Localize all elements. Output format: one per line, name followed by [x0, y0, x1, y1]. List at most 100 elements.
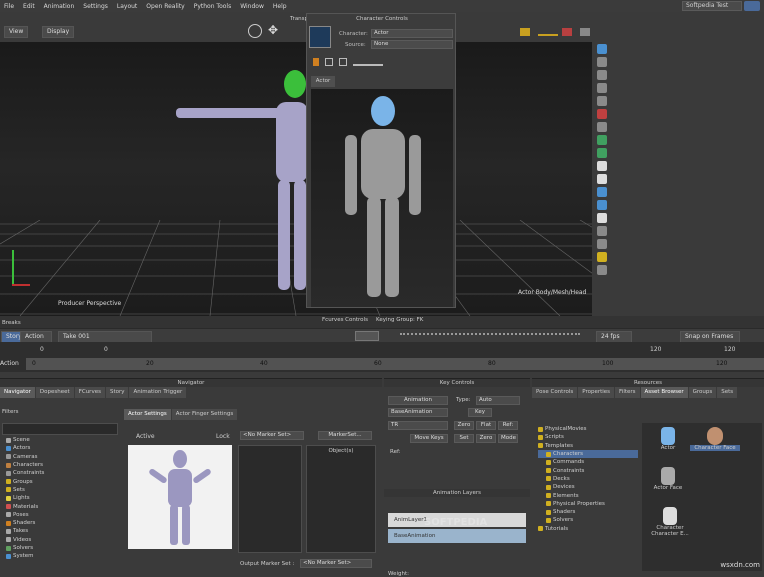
menu-file[interactable]: File — [4, 3, 14, 10]
tab-filters[interactable]: Filters — [615, 387, 640, 398]
menu-help[interactable]: Help — [273, 3, 287, 10]
lock-icon[interactable] — [597, 96, 607, 106]
actor-thumbnail[interactable] — [128, 445, 232, 549]
tree-item-constraints[interactable]: Constraints — [538, 466, 638, 474]
tree-item-videos[interactable]: Videos — [6, 536, 118, 544]
zero2-button[interactable]: Zero — [476, 434, 496, 443]
sphere-icon[interactable] — [597, 213, 607, 223]
navigator-search-input[interactable] — [2, 423, 118, 435]
source-dropdown[interactable]: None — [371, 40, 453, 49]
tab-dopesheet[interactable]: Dopesheet — [35, 387, 74, 398]
tab-fcurves[interactable]: FCurves — [74, 387, 105, 398]
asset-actor-face[interactable]: Actor Face — [648, 467, 688, 491]
light-icon[interactable] — [597, 226, 607, 236]
skeleton-icon[interactable] — [597, 135, 607, 145]
filters-label[interactable]: Filters — [2, 409, 19, 415]
asset-character-face[interactable]: Character Face — [690, 427, 740, 451]
base-animation-dropdown[interactable]: BaseAnimation — [388, 408, 448, 417]
cube-icon[interactable] — [597, 161, 607, 171]
tree-item-takes[interactable]: Takes — [6, 527, 118, 535]
select-icon[interactable] — [597, 44, 607, 54]
tree-item-physical-properties[interactable]: Physical Properties — [538, 500, 638, 508]
tree-item-lights[interactable]: Lights — [6, 494, 118, 502]
end-frame-2[interactable]: 120 — [724, 346, 735, 353]
tree-item-commands[interactable]: Commands — [538, 458, 638, 466]
output-marker-dropdown[interactable]: <No Marker Set> — [300, 559, 372, 568]
actor-preview[interactable] — [311, 89, 453, 307]
move-tool-icon[interactable] — [248, 24, 262, 38]
tree-item-cameras[interactable]: Cameras — [6, 453, 118, 461]
marker-set-button[interactable]: MarkerSet... — [318, 431, 372, 440]
nurbs-icon[interactable] — [597, 200, 607, 210]
pose-tools-icon[interactable] — [353, 58, 383, 66]
tree-item-materials[interactable]: Materials — [6, 502, 118, 510]
zero-button[interactable]: Zero — [454, 421, 474, 430]
tab-animation-trigger[interactable]: Animation Trigger — [129, 387, 187, 398]
tree-item-shaders[interactable]: Shaders — [538, 508, 638, 516]
pivot-icon[interactable] — [597, 122, 607, 132]
move-keys-button[interactable]: Move Keys — [410, 434, 448, 443]
flat-button[interactable]: Flat — [476, 421, 496, 430]
end-frame[interactable]: 120 — [650, 346, 661, 353]
user-dropdown[interactable]: Softpedia Test — [682, 1, 742, 11]
tree-item-elements[interactable]: Elements — [538, 491, 638, 499]
menu-layout[interactable]: Layout — [117, 3, 137, 10]
view-button[interactable]: View — [4, 26, 29, 38]
snap-icon[interactable] — [580, 28, 590, 36]
tree-item-characters[interactable]: Characters — [538, 449, 638, 459]
camera-icon[interactable] — [597, 239, 607, 249]
markers-list[interactable] — [238, 445, 302, 553]
ik-icon[interactable] — [325, 58, 333, 66]
tree-item-devices[interactable]: Devices — [538, 483, 638, 491]
menu-settings[interactable]: Settings — [83, 3, 108, 10]
asset-actor[interactable]: Actor — [648, 427, 688, 451]
display-button[interactable]: Display — [42, 26, 75, 38]
tree-item-templates[interactable]: Templates — [538, 442, 638, 450]
tab-pose-controls[interactable]: Pose Controls — [532, 387, 578, 398]
tree-item-characters[interactable]: Characters — [6, 461, 118, 469]
current-frame[interactable]: 0 — [104, 346, 108, 353]
tab-properties[interactable]: Properties — [578, 387, 615, 398]
curve-icon[interactable] — [538, 28, 558, 36]
tree-item-constraints[interactable]: Constraints — [6, 469, 118, 477]
pin-icon[interactable] — [339, 58, 347, 66]
menu-window[interactable]: Window — [240, 3, 264, 10]
tree-item-physical-movies[interactable]: PhysicalMovies — [538, 425, 638, 433]
menu-open-reality[interactable]: Open Reality — [146, 3, 184, 10]
tab-actor[interactable]: Actor — [311, 76, 335, 87]
sun-icon[interactable] — [597, 252, 607, 262]
start-frame[interactable]: 0 — [40, 346, 44, 353]
rotate-tool-icon[interactable]: ✥ — [268, 24, 282, 38]
marker-set-dropdown[interactable]: <No Marker Set> — [240, 431, 304, 440]
curve-icon[interactable] — [597, 187, 607, 197]
actor-figure[interactable] — [170, 62, 310, 302]
set-button[interactable]: Set — [454, 434, 474, 443]
character-dropdown[interactable]: Actor — [371, 29, 453, 38]
tree-item-sets[interactable]: Sets — [6, 486, 118, 494]
tree-item-solvers[interactable]: Solvers — [6, 544, 118, 552]
3d-viewport[interactable]: Producer Perspective Actor Body/Mesh/Hea… — [0, 42, 592, 316]
tree-item-poses[interactable]: Poses — [6, 511, 118, 519]
tr-dropdown[interactable]: TR — [388, 421, 448, 430]
lock-checkbox[interactable]: Lock — [216, 433, 230, 440]
tab-sets[interactable]: Sets — [717, 387, 738, 398]
tree-item-scripts[interactable]: Scripts — [538, 433, 638, 441]
key-icon[interactable] — [520, 28, 530, 36]
menu-animation[interactable]: Animation — [44, 3, 75, 10]
objects-list[interactable]: Object(s) — [306, 445, 376, 553]
translate-icon[interactable] — [597, 57, 607, 67]
record-icon[interactable] — [562, 28, 572, 36]
tree-item-decks[interactable]: Decks — [538, 475, 638, 483]
tab-story[interactable]: Story — [105, 387, 129, 398]
tree-item-solvers[interactable]: Solvers — [538, 516, 638, 524]
search-button[interactable] — [744, 1, 760, 11]
pause-button[interactable] — [355, 331, 379, 341]
tab-groups[interactable]: Groups — [688, 387, 717, 398]
cube-outline-icon[interactable] — [597, 174, 607, 184]
playback-controls[interactable] — [400, 333, 580, 339]
tree-item-tutorials[interactable]: Tutorials — [538, 525, 638, 533]
animation-button[interactable]: Animation — [388, 396, 448, 405]
key-button[interactable]: Key — [468, 408, 492, 417]
tree-item-system[interactable]: System — [6, 552, 118, 560]
fk-icon[interactable] — [313, 58, 319, 66]
